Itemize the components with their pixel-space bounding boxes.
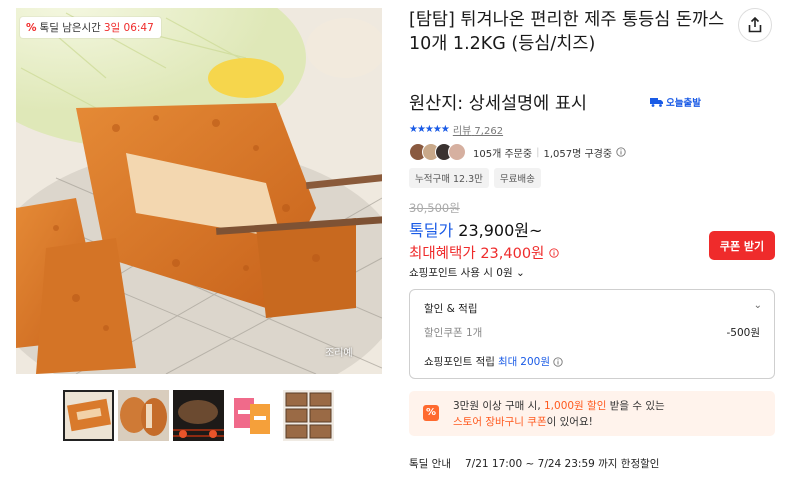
deal-info-label: 톡딜 안내: [409, 458, 451, 470]
thumb-cutlet-platter[interactable]: [118, 390, 169, 441]
today-shipping-label: 오늘출발: [666, 98, 701, 109]
avatar: [448, 143, 466, 161]
product-main-image[interactable]: [16, 8, 382, 374]
info-icon[interactable]: [549, 248, 559, 258]
thumb-product-packages[interactable]: [228, 390, 279, 441]
deal-price: 톡딜가 23,900원~: [409, 217, 542, 241]
countdown-days: 3일: [103, 22, 121, 34]
discount-box-header: 할인 & 적립: [424, 303, 478, 315]
original-price: 30,500원: [409, 201, 460, 215]
divider: |: [536, 146, 540, 158]
thumb-cutlet-grill[interactable]: [173, 390, 224, 441]
points-accrual-row: 쇼핑포인트 적립 최대 200원: [424, 354, 563, 369]
tag-list: 누적구매 12.3만 무료배송: [409, 168, 541, 188]
today-shipping-badge: 오늘출발: [650, 95, 701, 109]
thumb-cutlet-closeup[interactable]: [63, 390, 114, 441]
serving-suggestion-label: 조리예: [325, 348, 353, 359]
avatar-group: [409, 143, 466, 161]
max-benefit-value: 23,400원: [480, 246, 545, 262]
thumbnail-strip: [63, 390, 334, 441]
coupon-discount-value: -500원: [726, 327, 761, 339]
max-benefit-label: 최대혜택가: [409, 246, 476, 262]
reviews-link[interactable]: 리뷰 7,262: [453, 122, 503, 137]
points-usage[interactable]: 쇼핑포인트 사용 시 0원 ⌄: [409, 265, 525, 280]
rating-row: ★★★★★ 리뷰 7,262: [409, 122, 503, 137]
countdown-time: 06:47: [123, 22, 154, 34]
tag-cumulative-purchases: 누적구매 12.3만: [409, 168, 489, 188]
countdown-label: 톡딜 남은시간: [39, 22, 101, 34]
tag-free-shipping: 무료배송: [493, 168, 541, 188]
origin-label: 원산지: 상세설명에 표시: [409, 94, 588, 114]
deal-info-period: 7/21 17:00 ~ 7/24 23:59 까지 한정할인: [464, 458, 660, 470]
percent-icon: %: [423, 405, 439, 421]
coupon-count-label: 할인쿠폰 1개: [424, 327, 483, 339]
deal-price-value: 23,900원~: [458, 221, 543, 240]
truck-icon: [650, 98, 663, 107]
orders-count: 105개 주문중: [473, 148, 533, 160]
share-button[interactable]: [738, 8, 772, 42]
percent-icon: %: [26, 22, 37, 34]
star-rating: ★★★★★: [409, 124, 450, 135]
thumb-product-trays[interactable]: [283, 390, 334, 441]
chevron-down-icon[interactable]: ⌄: [754, 300, 762, 311]
banner-line-2: 스토어 장바구니 쿠폰이 있어요!: [453, 416, 593, 428]
deal-countdown-badge: % 톡딜 남은시간 3일 06:47: [20, 17, 161, 38]
share-icon: [748, 17, 762, 33]
banner-line-1: 3만원 이상 구매 시, 1,000원 할인 받을 수 있는: [453, 400, 665, 412]
deal-price-label: 톡딜가: [409, 221, 454, 240]
social-proof-row: 105개 주문중 | 1,057명 구경중: [409, 143, 626, 161]
viewers-count: 1,057명 구경중: [543, 148, 613, 160]
info-icon[interactable]: [553, 356, 563, 367]
max-benefit-price: 최대혜택가 23,400원: [409, 242, 559, 263]
discount-accumulation-box: 할인 & 적립 ⌄ 할인쿠폰 1개 -500원 쇼핑포인트 적립 최대 200원: [409, 289, 775, 379]
chevron-down-icon: ⌄: [515, 267, 525, 279]
info-icon[interactable]: [616, 147, 626, 157]
cart-coupon-banner[interactable]: % 3만원 이상 구매 시, 1,000원 할인 받을 수 있는 스토어 장바구…: [409, 391, 775, 436]
get-coupon-button[interactable]: 쿠폰 받기: [709, 231, 775, 260]
product-title: [탐탐] 튀겨나온 편리한 제주 통등심 돈까스 10개 1.2KG (등심/치…: [409, 10, 725, 54]
deal-info: 톡딜 안내 7/21 17:00 ~ 7/24 23:59 까지 한정할인: [409, 456, 659, 471]
